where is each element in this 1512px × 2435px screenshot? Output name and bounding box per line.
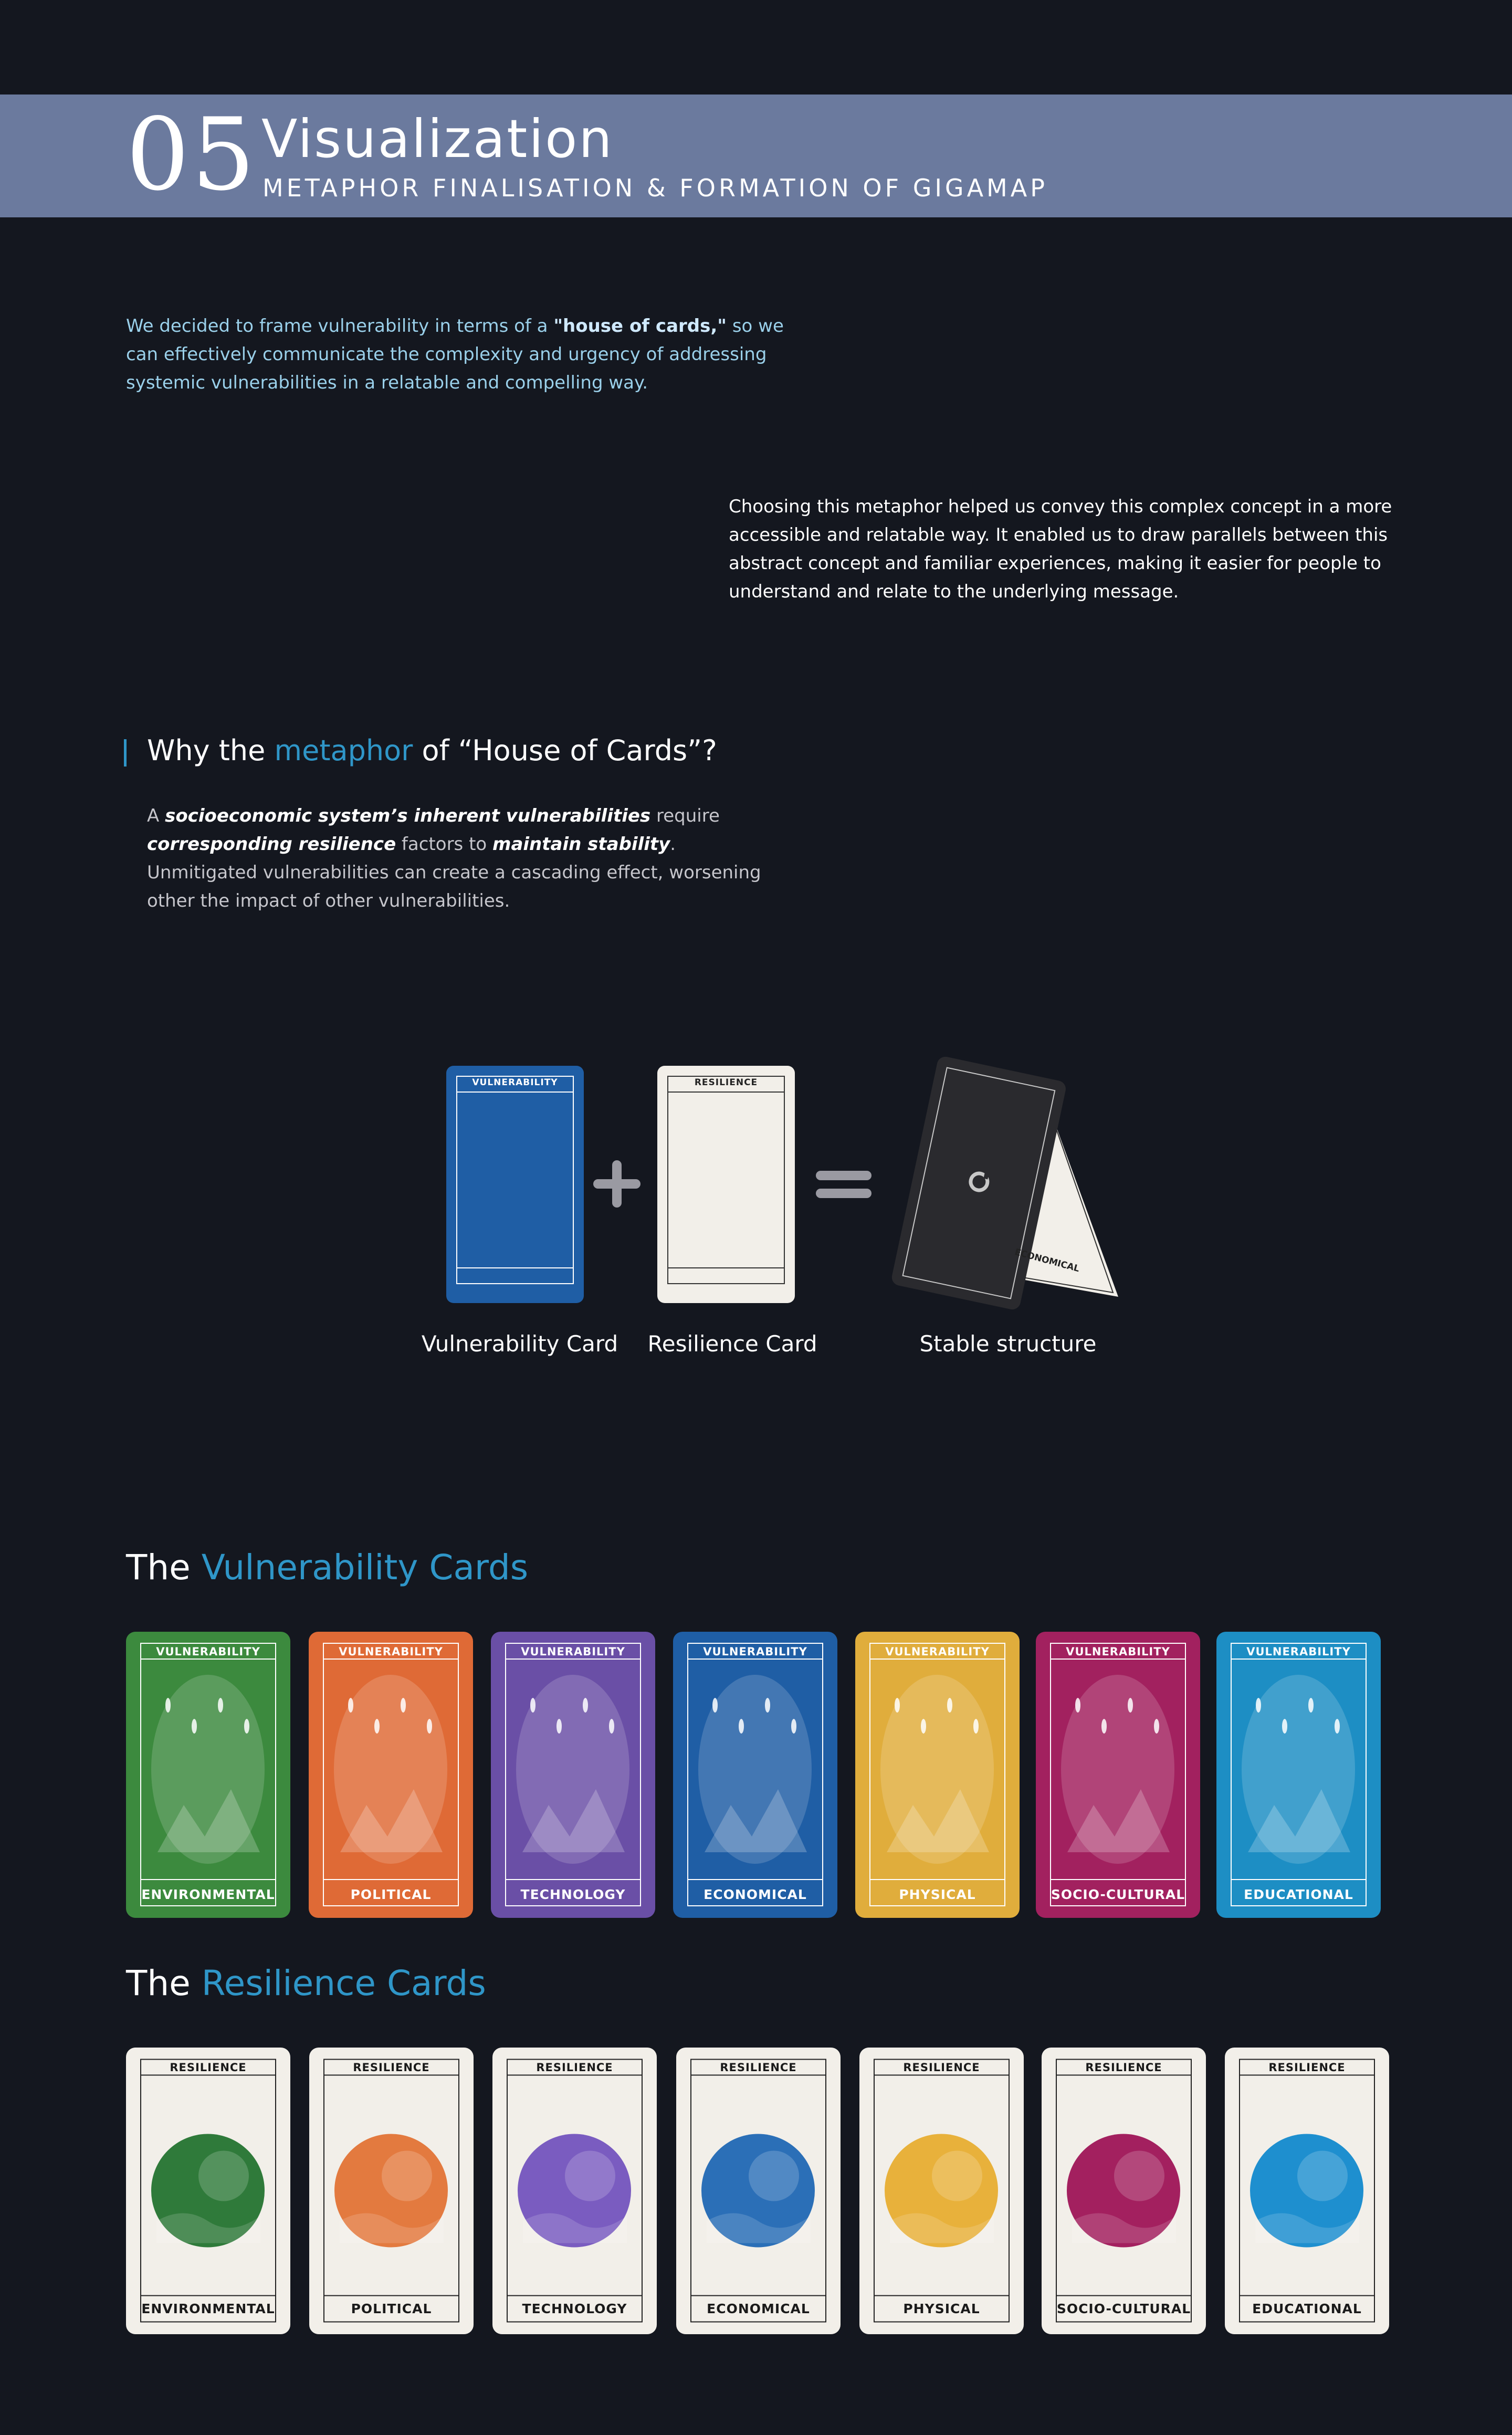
why-bold-1: socioeconomic system’s inherent vulnerab… <box>165 805 651 826</box>
resilience-card-caption: Resilience Card <box>647 1331 817 1357</box>
card-top-label: VULNERABILITY <box>1246 1645 1351 1658</box>
resilience-card-educational[interactable]: RESILIENCE EDUCATIONAL <box>1225 2048 1389 2334</box>
intro-paragraph: We decided to frame vulnerability in ter… <box>126 312 819 397</box>
why-text-2: require <box>650 805 720 826</box>
stable-structure-caption: Stable structure <box>919 1331 1097 1357</box>
stable-structure-illustration: ECONOMICAL <box>872 1050 1124 1313</box>
card-top-label: RESILIENCE <box>353 2061 430 2074</box>
card-top-label: RESILIENCE <box>903 2061 980 2074</box>
plus-icon <box>588 1160 646 1208</box>
intro-text-1: We decided to frame vulnerability in ter… <box>126 316 554 337</box>
card-category-label: TECHNOLOGY <box>522 2301 627 2316</box>
why-bold-2: corresponding resilience <box>147 834 396 855</box>
intro-highlight: "house of cards," <box>553 316 727 337</box>
card-category-label: ENVIRONMENTAL <box>141 1887 275 1902</box>
why-heading-prefix: Why the <box>147 734 275 767</box>
card-top-label: VULNERABILITY <box>156 1645 260 1658</box>
card-artwork <box>516 1675 629 1864</box>
why-metaphor-paragraph: A socioeconomic system’s inherent vulner… <box>147 802 777 915</box>
card-top-label: VULNERABILITY <box>1066 1645 1170 1658</box>
res-heading-accent: Resilience Cards <box>201 1963 486 2003</box>
card-top-label: RESILIENCE <box>536 2061 613 2074</box>
card-top-label: RESILIENCE <box>1268 2061 1346 2074</box>
card-artwork <box>1067 2134 1180 2248</box>
card-artwork <box>885 2134 998 2248</box>
vulnerability-card-political[interactable]: VULNERABILITY POLITICAL <box>309 1632 473 1918</box>
card-top-label: VULNERABILITY <box>339 1645 443 1658</box>
card-category-label: PHYSICAL <box>903 2301 980 2316</box>
card-category-label: TECHNOLOGY <box>520 1887 626 1902</box>
card-category-label: ECONOMICAL <box>707 2301 810 2316</box>
vulnerability-card-educational[interactable]: VULNERABILITY EDUCATIONAL <box>1216 1632 1381 1918</box>
section-title: Visualization <box>261 108 614 170</box>
vulnerability-card-physical[interactable]: VULNERABILITY PHYSICAL <box>855 1632 1020 1918</box>
resilience-card-physical[interactable]: RESILIENCE PHYSICAL <box>859 2048 1024 2334</box>
vulnerability-card-economical[interactable]: VULNERABILITY ECONOMICAL <box>673 1632 837 1918</box>
card-top-label: RESILIENCE <box>1085 2061 1162 2074</box>
card-category-label: EDUCATIONAL <box>1244 1887 1353 1902</box>
resilience-card-political[interactable]: RESILIENCE POLITICAL <box>309 2048 474 2334</box>
card-artwork <box>701 2134 815 2248</box>
card-artwork <box>698 1675 812 1864</box>
card-category-label: PHYSICAL <box>899 1887 976 1902</box>
why-metaphor-heading: Why the metaphor of “House of Cards”? <box>147 732 717 769</box>
card-artwork <box>1242 1675 1355 1864</box>
card-category-label: ENVIRONMENTAL <box>141 2301 275 2316</box>
card-top-label: VULNERABILITY <box>885 1645 990 1658</box>
resilience-card-economical[interactable]: RESILIENCE ECONOMICAL <box>676 2048 841 2334</box>
vulnerability-card-top-label: VULNERABILITY <box>472 1077 558 1088</box>
why-text-3: factors to <box>396 834 493 855</box>
card-category-label: SOCIO-CULTURAL <box>1051 1887 1185 1902</box>
vuln-heading-prefix: The <box>126 1547 202 1588</box>
res-heading-prefix: The <box>126 1963 202 2003</box>
vulnerability-card-illustration: VULNERABILITY <box>446 1066 584 1303</box>
why-heading-suffix: of “House of Cards”? <box>413 734 717 767</box>
heading-accent-bar <box>124 739 127 767</box>
resilience-card-environmental[interactable]: RESILIENCE ENVIRONMENTAL <box>126 2048 290 2334</box>
vulnerability-card-technology[interactable]: VULNERABILITY TECHNOLOGY <box>491 1632 655 1918</box>
card-top-label: VULNERABILITY <box>703 1645 807 1658</box>
why-bold-3: maintain stability <box>492 834 670 855</box>
resilience-card-technology[interactable]: RESILIENCE TECHNOLOGY <box>492 2048 657 2334</box>
card-artwork <box>518 2134 631 2248</box>
vulnerability-card-environmental[interactable]: VULNERABILITY ENVIRONMENTAL <box>126 1632 290 1918</box>
vulnerability-card-caption: Vulnerability Card <box>421 1331 618 1357</box>
card-category-label: POLITICAL <box>350 1887 432 1902</box>
resilience-cards-heading: The Resilience Cards <box>126 1962 486 2004</box>
card-artwork <box>334 2134 448 2248</box>
vulnerability-cards-heading: The Vulnerability Cards <box>126 1547 528 1589</box>
vuln-heading-accent: Vulnerability Cards <box>201 1547 529 1588</box>
card-category-label: ECONOMICAL <box>704 1887 807 1902</box>
resilience-card-illustration: RESILIENCE <box>657 1066 795 1303</box>
card-artwork <box>880 1675 994 1864</box>
card-artwork <box>1061 1675 1174 1864</box>
card-artwork <box>1250 2134 1363 2248</box>
card-top-label: VULNERABILITY <box>521 1645 625 1658</box>
why-heading-accent: metaphor <box>274 734 413 767</box>
card-category-label: SOCIO-CULTURAL <box>1056 2301 1191 2316</box>
card-top-label: RESILIENCE <box>720 2061 797 2074</box>
card-category-label: POLITICAL <box>351 2301 432 2316</box>
card-artwork <box>334 1675 447 1864</box>
card-artwork <box>151 2134 265 2248</box>
section-number: 05 <box>126 97 257 213</box>
resilience-card-top-label: RESILIENCE <box>694 1077 758 1088</box>
metaphor-reason-paragraph: Choosing this metaphor helped us convey … <box>729 496 1392 602</box>
card-artwork <box>151 1675 265 1864</box>
card-category-label: EDUCATIONAL <box>1252 2301 1362 2316</box>
section-subtitle: METAPHOR FINALISATION & FORMATION OF GIG… <box>262 174 1048 202</box>
vulnerability-card-socio-cultural[interactable]: VULNERABILITY SOCIO-CULTURAL <box>1036 1632 1200 1918</box>
why-text-1: A <box>147 805 165 826</box>
equals-icon <box>813 1167 875 1203</box>
card-top-label: RESILIENCE <box>170 2061 247 2074</box>
resilience-card-socio-cultural[interactable]: RESILIENCE SOCIO-CULTURAL <box>1042 2048 1206 2334</box>
